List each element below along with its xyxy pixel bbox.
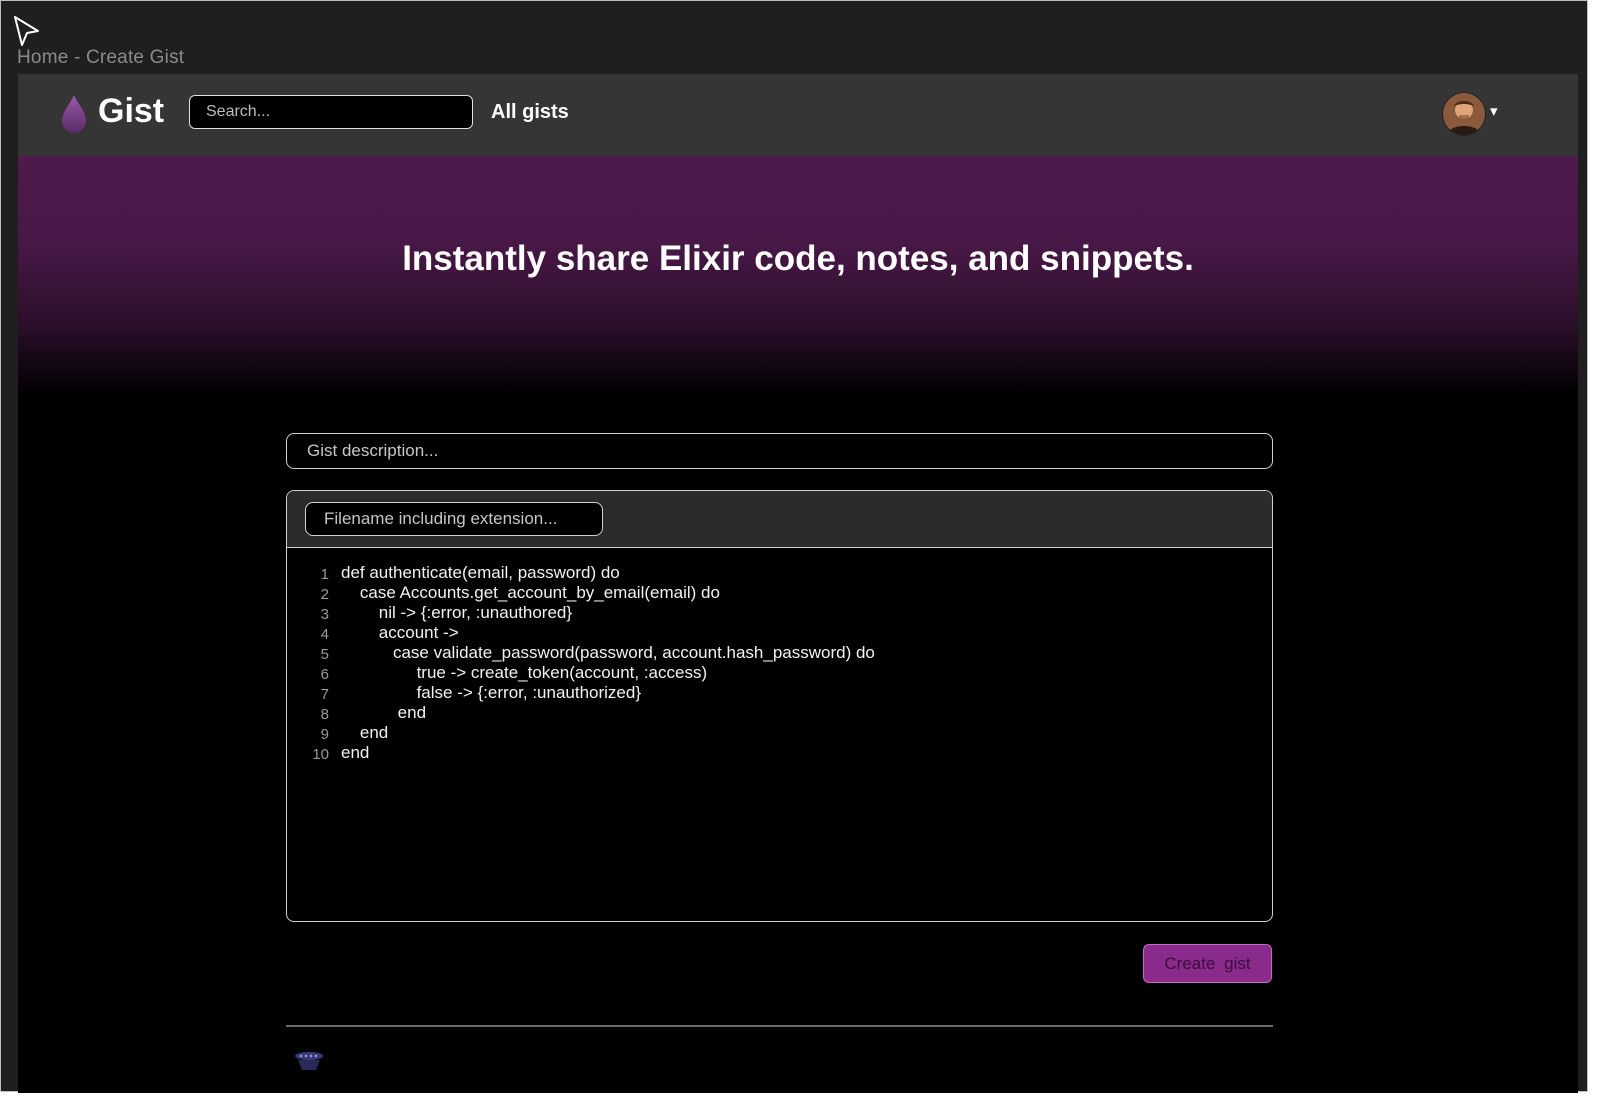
editor-header xyxy=(287,491,1272,548)
line-text: false -> {:error, :unauthorized} xyxy=(341,683,642,702)
line-text: end xyxy=(341,723,389,742)
code-editor: 1 def authenticate(email, password) do 2… xyxy=(286,490,1273,922)
line-text: account -> xyxy=(341,623,459,642)
line-number: 2 xyxy=(320,586,329,603)
code-textarea[interactable]: 1 def authenticate(email, password) do 2… xyxy=(287,563,1272,893)
line-number: 1 xyxy=(320,566,329,583)
code-line: 9 end xyxy=(287,723,1272,743)
code-line: 2 case Accounts.get_account_by_email(ema… xyxy=(287,583,1272,603)
code-line: 6 true -> create_token(account, :access) xyxy=(287,663,1272,683)
line-number: 7 xyxy=(320,686,329,703)
line-number: 6 xyxy=(320,666,329,683)
elixir-drop-icon[interactable] xyxy=(60,94,88,134)
line-text: end xyxy=(341,703,427,722)
user-avatar-icon xyxy=(1443,93,1485,135)
breadcrumb: Home - Create Gist xyxy=(17,47,185,68)
create-gist-button[interactable]: Create gist xyxy=(1143,944,1272,983)
code-line: 4 account -> xyxy=(287,623,1272,643)
line-number: 10 xyxy=(312,746,329,763)
navbar: Gist All gists ▾ xyxy=(18,74,1578,156)
line-text: case Accounts.get_account_by_email(email… xyxy=(341,583,720,602)
all-gists-link[interactable]: All gists xyxy=(491,101,569,124)
line-text: case validate_password(password, account… xyxy=(341,643,875,662)
line-number: 8 xyxy=(320,706,329,723)
line-number: 5 xyxy=(320,646,329,663)
app-window: Home - Create Gist Gist All gists xyxy=(0,0,1588,1093)
gist-description-input[interactable] xyxy=(286,433,1273,469)
hero-title: Instantly share Elixir code, notes, and … xyxy=(402,239,1194,278)
footer-divider xyxy=(286,1025,1273,1027)
mouse-pointer-icon xyxy=(14,16,39,46)
chevron-down-icon[interactable]: ▾ xyxy=(1490,102,1498,120)
code-line: 7 false -> {:error, :unauthorized} xyxy=(287,683,1272,703)
line-number: 4 xyxy=(320,626,329,643)
line-text: def authenticate(email, password) do xyxy=(341,563,620,582)
avatar[interactable] xyxy=(1442,92,1486,136)
code-line: 1 def authenticate(email, password) do xyxy=(287,563,1272,583)
code-line: 10 end xyxy=(287,743,1272,763)
line-number: 9 xyxy=(320,726,329,743)
line-text: end xyxy=(341,743,370,762)
search-input[interactable] xyxy=(189,95,473,129)
code-line: 8 end xyxy=(287,703,1272,723)
line-text: true -> create_token(account, :access) xyxy=(341,663,708,682)
code-line: 5 case validate_password(password, accou… xyxy=(287,643,1272,663)
code-line: 3 nil -> {:error, :unauthored} xyxy=(287,603,1272,623)
footer-logo-icon xyxy=(295,1052,323,1070)
line-text: nil -> {:error, :unauthored} xyxy=(341,603,573,622)
logo-text[interactable]: Gist xyxy=(98,92,164,131)
line-number: 3 xyxy=(320,606,329,623)
filename-input[interactable] xyxy=(305,502,603,536)
browser-viewport: Gist All gists ▾ Instantly share Elixir … xyxy=(18,74,1578,1093)
